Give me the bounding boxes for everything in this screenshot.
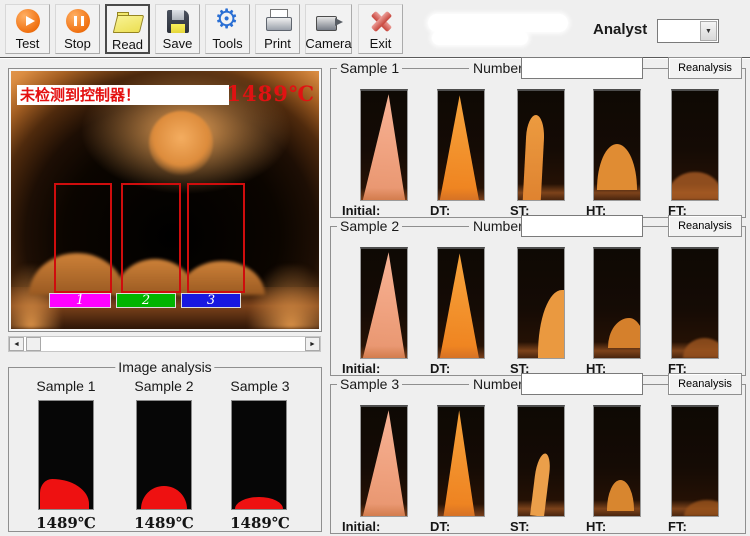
test-button-label: Test xyxy=(16,36,40,52)
sample2-group: Sample 2 Number Reanalysis Initial: DT: … xyxy=(330,226,746,376)
tools-button-label: Tools xyxy=(212,36,242,52)
controller-warning-banner: 未检测到控制器！ xyxy=(17,85,229,105)
camera-horizontal-scrollbar[interactable]: ◄ ► xyxy=(8,336,321,352)
sample3-dt-label: DT: xyxy=(430,519,502,534)
region-tag-1-number: 1 xyxy=(76,293,84,308)
sample2-reanalysis-button[interactable]: Reanalysis xyxy=(668,215,742,237)
exit-button[interactable]: Exit xyxy=(358,4,403,54)
sample3-dt-thumbnail xyxy=(437,405,485,517)
sample2-ht-thumbnail xyxy=(593,247,641,359)
sample3-ht-label: HT: xyxy=(586,519,658,534)
furnace-camera-panel: 1 2 3 未检测到控制器！ 1489℃ xyxy=(8,68,322,332)
ia-sample2-header: Sample 2 xyxy=(124,378,204,394)
scroll-right-icon[interactable]: ► xyxy=(305,337,320,351)
sample3-st-thumbnail xyxy=(517,405,565,517)
test-button[interactable]: Test xyxy=(5,4,50,54)
ia-sample1-temperature: 1489℃ xyxy=(26,514,106,532)
roi-rectangle-3 xyxy=(187,183,245,293)
ia-sample1-thumbnail xyxy=(38,400,94,510)
sample1-number-input[interactable] xyxy=(521,57,643,79)
stop-button-label: Stop xyxy=(64,36,91,52)
sample1-ht-thumbnail xyxy=(593,89,641,201)
stop-button[interactable]: Stop xyxy=(55,4,100,54)
furnace-glow-right xyxy=(249,265,319,329)
sample2-st-thumbnail xyxy=(517,247,565,359)
app-window: Test Stop Read Save Tools Print Camera E… xyxy=(0,0,750,536)
sample3-ft-label: FT: xyxy=(668,519,740,534)
sample1-group-title: Sample 1 xyxy=(337,60,402,77)
video-camera-icon xyxy=(314,7,344,36)
redacted-area xyxy=(432,31,528,45)
save-button-label: Save xyxy=(163,36,193,52)
sample2-group-title: Sample 2 xyxy=(337,218,402,235)
sample1-number-label: Number xyxy=(469,60,527,77)
ia-sample3-thumbnail xyxy=(231,400,287,510)
ia-sample2-temperature: 1489℃ xyxy=(124,514,204,532)
sample1-ft-thumbnail xyxy=(671,89,719,201)
print-button-label: Print xyxy=(264,36,291,52)
sample1-initial-label: Initial: xyxy=(342,203,414,218)
print-button[interactable]: Print xyxy=(255,4,300,54)
ia-sample3-header: Sample 3 xyxy=(220,378,300,394)
sample3-initial-label: Initial: xyxy=(342,519,414,534)
camera-button-label: Camera xyxy=(305,36,351,52)
ia-sample3-temperature: 1489℃ xyxy=(220,514,300,532)
sample1-st-thumbnail xyxy=(517,89,565,201)
sample2-initial-label: Initial: xyxy=(342,361,414,376)
sample1-group: Sample 1 Number Reanalysis Initial: DT: … xyxy=(330,68,746,218)
sample3-ht-thumbnail xyxy=(593,405,641,517)
sample2-ft-thumbnail xyxy=(671,247,719,359)
camera-button[interactable]: Camera xyxy=(305,4,352,54)
region-tag-3: 3 xyxy=(181,293,241,308)
ia-sample1-header: Sample 1 xyxy=(26,378,106,394)
sample2-dt-thumbnail xyxy=(437,247,485,359)
sample3-number-input[interactable] xyxy=(521,373,643,395)
scrollbar-thumb[interactable] xyxy=(26,337,41,351)
sample1-dt-thumbnail xyxy=(437,89,485,201)
play-icon xyxy=(13,7,43,36)
sample3-st-label: ST: xyxy=(510,519,582,534)
sample3-initial-thumbnail xyxy=(360,405,408,517)
sample2-number-label: Number xyxy=(469,218,527,235)
ia-sample2-thumbnail xyxy=(136,400,192,510)
sample2-initial-thumbnail xyxy=(360,247,408,359)
sample1-initial-thumbnail xyxy=(360,89,408,201)
scroll-left-icon[interactable]: ◄ xyxy=(9,337,24,351)
sample3-group-title: Sample 3 xyxy=(337,376,402,393)
gear-icon xyxy=(213,7,243,36)
sample3-reanalysis-button[interactable]: Reanalysis xyxy=(668,373,742,395)
exit-button-label: Exit xyxy=(370,36,392,52)
save-button[interactable]: Save xyxy=(155,4,200,54)
image-analysis-group: Image analysis Sample 1 Sample 2 Sample … xyxy=(8,367,322,532)
sample2-number-input[interactable] xyxy=(521,215,643,237)
read-button[interactable]: Read xyxy=(105,4,150,54)
furnace-temperature-readout: 1489℃ xyxy=(226,81,315,106)
furnace-camera-view: 1 2 3 未检测到控制器！ 1489℃ xyxy=(11,71,319,329)
sample3-group: Sample 3 Number Reanalysis Initial: DT: … xyxy=(330,384,746,534)
read-button-label: Read xyxy=(112,37,143,53)
printer-icon xyxy=(263,7,293,36)
analyst-label: Analyst xyxy=(593,21,647,38)
roi-rectangle-1 xyxy=(54,183,112,293)
exit-x-icon xyxy=(366,7,396,36)
furnace-cone-silhouette xyxy=(149,111,213,175)
open-folder-icon xyxy=(113,8,143,37)
region-tag-2: 2 xyxy=(116,293,176,308)
pause-icon xyxy=(63,7,93,36)
floppy-disk-icon xyxy=(163,7,193,36)
region-tag-3-number: 3 xyxy=(207,293,215,308)
region-tag-1: 1 xyxy=(49,293,111,308)
sample3-ft-thumbnail xyxy=(671,405,719,517)
redacted-area xyxy=(428,14,568,32)
chevron-down-icon[interactable]: ▼ xyxy=(700,21,717,41)
sample3-number-label: Number xyxy=(469,376,527,393)
image-analysis-title: Image analysis xyxy=(115,359,214,376)
tools-button[interactable]: Tools xyxy=(205,4,250,54)
sample1-dt-label: DT: xyxy=(430,203,502,218)
sample2-dt-label: DT: xyxy=(430,361,502,376)
roi-rectangle-2 xyxy=(121,183,181,293)
region-tag-2-number: 2 xyxy=(142,293,150,308)
analyst-dropdown[interactable]: ▼ xyxy=(657,19,719,43)
sample1-reanalysis-button[interactable]: Reanalysis xyxy=(668,57,742,79)
